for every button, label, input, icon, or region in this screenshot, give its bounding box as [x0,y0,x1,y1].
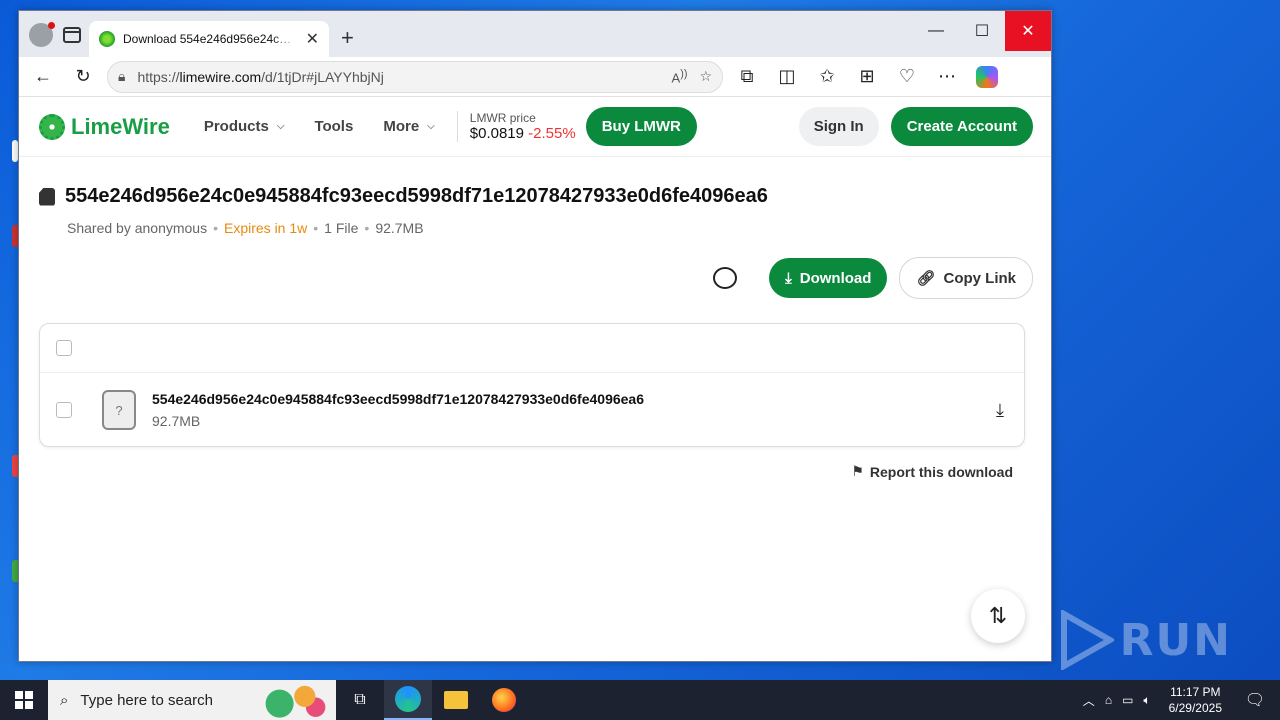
sort-arrows-icon: ⇅ [988,603,1008,628]
new-tab-button[interactable]: + [329,25,354,57]
taskbar-firefox[interactable] [480,680,528,720]
unknown-file-icon: ? [102,390,136,430]
file-row-size: 92.7MB [152,413,201,429]
nav-more[interactable]: More ⌵ [383,118,434,135]
clock-time: 11:17 PM [1170,685,1221,699]
shared-by: Shared by anonymous [67,220,208,236]
extensions-icon[interactable]: ⧉ [731,61,763,93]
file-list: ? 554e246d956e24c0e945884fc93eecd5998df7… [39,323,1025,447]
url-text[interactable]: https://limewire.com/d/1tjDr#jLAYYhbjNj [137,69,659,85]
nav-tools[interactable]: Tools [314,118,353,135]
sign-in-button[interactable]: Sign In [798,107,879,146]
browser-toolbar: ← ↻ 🔒︎ https://limewire.com/d/1tjDr#jLAY… [19,57,1051,97]
select-all-checkbox[interactable] [56,340,72,356]
edge-icon [395,686,421,712]
task-view-icon[interactable]: ⧉ [336,680,384,720]
collections-icon[interactable]: ⊞ [851,61,883,93]
favorites-icon[interactable]: ✩ [811,61,843,93]
link-icon: 🔗︎ [916,270,936,287]
file-title: 554e246d956e24c0e945884fc93eecd5998df71e… [65,185,768,207]
firefox-icon [492,688,516,712]
taskbar-search[interactable]: ⌕ Type here to search [48,680,336,720]
split-screen-icon[interactable]: ◫ [771,61,803,93]
taskbar: ⌕ Type here to search ⧉ ︿ ⌂ ▭ 🔈︎ 11:17 P… [0,680,1280,720]
create-account-button[interactable]: Create Account [890,107,1033,146]
copy-link-button[interactable]: 🔗︎ Copy Link [899,257,1033,299]
play-logo-icon [1060,610,1114,670]
clock-date: 6/29/2025 [1168,701,1222,715]
profile-avatar-icon[interactable] [29,22,55,47]
back-button[interactable]: ← [27,61,59,93]
tab-title: Download 554e246d956e24c0e945884fc93eecd… [123,32,298,46]
tab-actions-icon[interactable] [63,27,81,43]
lock-icon[interactable]: 🔒︎ [118,68,125,85]
file-actions: ⤓ Download 🔗︎ Copy Link [713,257,1033,299]
device-icon[interactable]: ⌂ [1105,693,1112,707]
network-icon[interactable]: ▭ [1122,693,1133,707]
file-row-name[interactable]: 554e246d956e24c0e945884fc93eecd5998df71e… [152,391,644,407]
file-checkbox[interactable] [56,402,72,418]
limewire-logo-icon [39,113,65,140]
file-icon [39,187,55,206]
performance-icon[interactable]: ♡ [891,61,923,93]
download-icon: ⤓ [785,269,792,287]
limewire-favicon-icon [99,31,115,47]
refresh-button[interactable]: ↻ [67,61,99,93]
expires: Expires in 1w [224,220,308,236]
file-meta: Shared by anonymous • Expires in 1w • 1 … [67,220,424,236]
browser-tab-active[interactable]: Download 554e246d956e24c0e945884fc93eecd… [89,21,329,57]
search-highlight-art [258,682,330,718]
taskbar-edge[interactable] [384,680,432,720]
lmwr-price: LMWR price $0.0819 -2.55% [456,111,576,142]
copilot-icon[interactable] [976,65,998,88]
search-icon: ⌕ [60,691,69,709]
folder-icon [444,691,468,709]
flag-icon: ⚑ [851,463,864,479]
windows-logo-icon [15,691,33,709]
close-window-button[interactable]: ✕ [1005,11,1051,51]
file-header: 554e246d956e24c0e945884fc93eecd5998df71e… [19,157,1051,236]
file-count: 1 File [324,220,359,236]
read-aloud-icon[interactable]: A)) [672,68,688,85]
taskbar-explorer[interactable] [432,680,480,720]
notification-icon[interactable]: 🗨︎ [1240,680,1270,720]
volume-icon[interactable]: 🔈︎ [1143,693,1150,708]
site-nav: LimeWire Products ⌵ Tools More ⌵ LMWR pric… [19,97,1051,157]
sort-button[interactable]: ⇅ [971,589,1025,643]
download-button[interactable]: ⤓ Download [769,258,888,298]
browser-titlebar: Download 554e246d956e24c0e945884fc93eecd… [19,11,1051,57]
price-label: LMWR price [469,111,536,125]
chevron-down-icon: ⌵ [427,121,435,132]
limewire-page: LimeWire Products ⌵ Tools More ⌵ LMWR pric… [19,97,1051,661]
tab-close-icon[interactable]: ✕ [306,29,319,49]
chevron-down-icon: ⌵ [276,121,285,132]
download-icon[interactable]: ⤓ [996,400,1004,421]
price-change: -2.55% [528,125,576,142]
report-download-link[interactable]: ⚑ Report this download [851,463,1013,480]
comment-icon[interactable] [713,267,738,289]
favorite-star-icon[interactable]: ☆ [699,68,712,85]
list-item: ? 554e246d956e24c0e945884fc93eecd5998df7… [40,373,1024,447]
chevron-up-icon[interactable]: ︿ [1083,692,1095,709]
search-placeholder: Type here to search [80,691,213,709]
address-bar[interactable]: 🔒︎ https://limewire.com/d/1tjDr#jLAYYhbj… [107,60,723,93]
more-menu-icon[interactable]: ⋯ [931,61,963,93]
browser-window: Download 554e246d956e24c0e945884fc93eecd… [18,10,1052,662]
buy-lmwr-button[interactable]: Buy LMWR [585,107,697,146]
clock[interactable]: 11:17 PM 6/29/2025 [1161,684,1230,716]
minimize-button[interactable]: — [913,11,959,51]
nav-products[interactable]: Products ⌵ [204,118,285,135]
brand-name: LimeWire [71,113,170,139]
start-button[interactable] [0,680,48,720]
file-size: 92.7MB [375,220,424,236]
price-value: $0.0819 [469,125,524,142]
limewire-logo[interactable]: LimeWire [39,113,170,140]
system-tray: ︿ ⌂ ▭ 🔈︎ 11:17 PM 6/29/2025 🗨︎ [1083,680,1280,720]
file-list-header [40,324,1024,373]
desktop-edge [0,0,20,680]
maximize-button[interactable]: ☐ [959,11,1005,51]
